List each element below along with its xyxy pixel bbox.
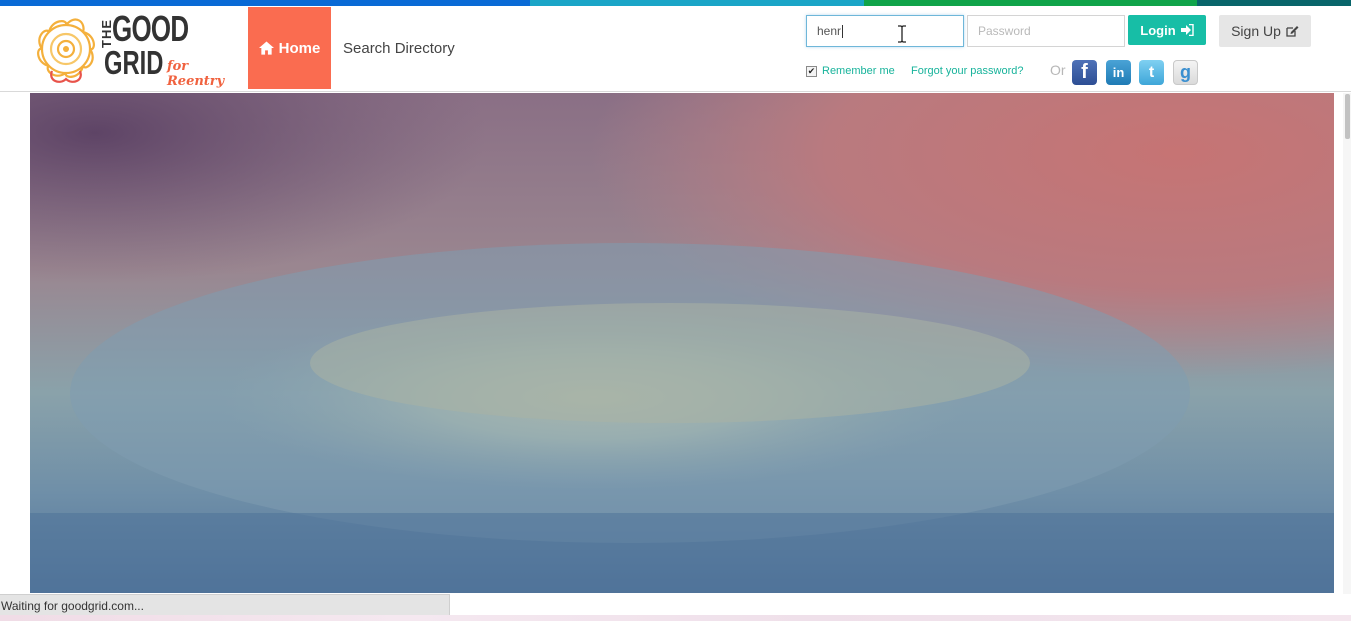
hero-banner-image xyxy=(30,93,1334,593)
linkedin-login-icon[interactable]: in xyxy=(1106,60,1131,85)
logo-text-grid: GRID xyxy=(104,44,164,81)
scrollbar-thumb[interactable] xyxy=(1345,94,1350,139)
page-scrollbar[interactable] xyxy=(1343,93,1351,615)
forgot-password-link[interactable]: Forgot your password? xyxy=(911,65,1024,77)
site-header: THE GOOD GRID for Reentry Home Search Di… xyxy=(0,6,1351,92)
remember-me[interactable]: ✔ Remember me xyxy=(806,65,895,77)
remember-label: Remember me xyxy=(822,65,895,77)
or-label: Or xyxy=(1050,62,1066,78)
login-label: Login xyxy=(1140,22,1176,38)
twitter-login-icon[interactable]: t xyxy=(1139,60,1164,85)
logo-tagline: for Reentry xyxy=(167,59,225,89)
google-login-icon[interactable]: g xyxy=(1173,60,1198,85)
username-value: henr xyxy=(817,24,842,38)
logo-text-good: GOOD xyxy=(112,8,189,49)
sign-in-icon xyxy=(1180,24,1194,36)
text-caret xyxy=(842,24,844,38)
home-icon xyxy=(258,41,274,55)
nav-home-label: Home xyxy=(278,39,321,57)
site-logo[interactable]: THE GOOD GRID for Reentry xyxy=(32,9,247,89)
facebook-login-icon[interactable]: f xyxy=(1072,60,1097,85)
ibeam-cursor-icon xyxy=(898,25,906,43)
hero-background-graphic xyxy=(30,93,1334,593)
signup-label: Sign Up xyxy=(1231,23,1281,39)
bottom-strip xyxy=(0,615,1351,621)
login-button[interactable]: Login xyxy=(1128,15,1206,45)
edit-icon xyxy=(1286,26,1299,37)
nav-home-tab[interactable]: Home xyxy=(248,7,331,89)
password-input[interactable]: Password xyxy=(967,15,1125,47)
page-footer-area xyxy=(450,594,1351,616)
browser-status-bar: Waiting for goodgrid.com... xyxy=(0,594,450,616)
password-placeholder: Password xyxy=(978,24,1031,38)
nav-search-directory[interactable]: Search Directory xyxy=(343,40,455,57)
signup-button[interactable]: Sign Up xyxy=(1219,15,1311,47)
remember-checkbox[interactable]: ✔ xyxy=(806,65,817,77)
username-input[interactable]: henr xyxy=(806,15,964,47)
